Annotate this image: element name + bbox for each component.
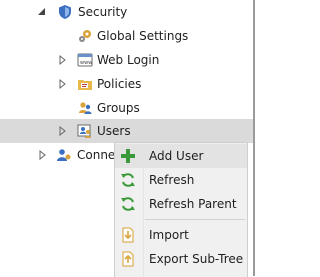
groups-icon [77, 100, 93, 116]
menu-item-label: Import [149, 228, 189, 242]
tree-node-policies[interactable]: Policies [0, 72, 253, 96]
tree-node-global-settings[interactable]: Global Settings [0, 24, 253, 48]
gears-icon [77, 28, 93, 44]
plus-icon [120, 148, 136, 164]
menu-item-add-user[interactable]: Add User [115, 144, 247, 168]
collapsed-arrow-icon[interactable] [58, 55, 67, 65]
menu-item-label: Export Sub-Tree [149, 252, 244, 266]
menu-item-label: Add User [149, 149, 204, 163]
menu-item-import[interactable]: Import [115, 223, 247, 247]
collapsed-arrow-icon[interactable] [58, 126, 67, 136]
tree-node-label: Groups [97, 101, 140, 115]
export-icon [120, 251, 136, 267]
tree-node-label: Users [97, 124, 131, 138]
pane-border [253, 0, 255, 276]
menu-item-refresh[interactable]: Refresh [115, 168, 247, 192]
import-icon [120, 227, 136, 243]
refresh-icon [120, 172, 136, 188]
tree-node-groups[interactable]: Groups [0, 96, 253, 120]
tree-node-users[interactable]: Users [0, 119, 253, 143]
collapsed-arrow-icon[interactable] [38, 150, 47, 160]
tree-node-label: Security [78, 5, 128, 19]
tree-node-label: Conne [77, 148, 116, 162]
menu-item-label: Refresh [149, 173, 195, 187]
menu-item-label: Refresh Parent [149, 197, 237, 211]
collapsed-arrow-icon[interactable] [58, 79, 67, 89]
svg-text:www: www [80, 60, 92, 66]
tree-node-label: Policies [97, 77, 142, 91]
tree-node-web-login[interactable]: www Web Login [0, 48, 253, 72]
tree-node-security[interactable]: Security [0, 0, 253, 24]
tree-pane: Security Global Settings www Web Login P… [0, 0, 255, 277]
tree-node-label: Global Settings [97, 29, 189, 43]
tree-node-label: Web Login [97, 53, 160, 67]
policy-folder-icon [77, 76, 93, 92]
connections-icon [56, 147, 72, 163]
users-icon [77, 123, 93, 139]
shield-icon [57, 4, 73, 20]
menu-item-export-sub-tree[interactable]: Export Sub-Tree [115, 247, 247, 271]
menu-separator [145, 219, 245, 220]
expanded-arrow-icon[interactable] [38, 7, 47, 17]
web-icon: www [77, 52, 93, 68]
refresh-parent-icon [120, 196, 136, 212]
menu-item-refresh-parent[interactable]: Refresh Parent [115, 192, 247, 216]
context-menu: Add User Refresh Refresh Parent Import E… [114, 142, 248, 277]
